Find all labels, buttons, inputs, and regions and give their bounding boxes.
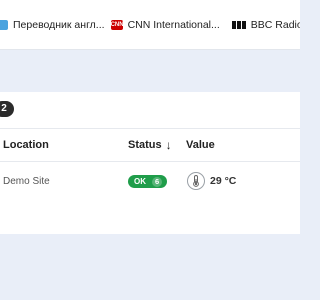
bookmarks-bar: Переводник англ... CNN CNN International… [0,0,300,50]
cnn-logo-icon: CNN [110,19,124,30]
bookmark-label: BBC Radio Scotlan... [250,18,300,31]
column-header-location[interactable]: Location [3,129,49,161]
bbc-logo-icon [231,20,246,29]
column-header-status-label: Status [128,139,162,151]
table-row[interactable]: Demo Site OK 6 29 °C [0,161,300,203]
status-text: OK [134,177,146,186]
row-location: Demo Site [3,176,50,187]
column-header-value[interactable]: Value [186,129,215,161]
toolbar-area [0,50,300,92]
bookmark-label: CNN International... [127,18,220,31]
status-badge: OK 6 [128,175,168,188]
bookmark-bbc-radio[interactable]: BBC Radio Scotlan... [231,18,300,31]
bookmark-label: Переводник англ... [13,18,105,31]
sensor-table-panel: 2 Location Status ↓ Value Demo Site OK 6… [0,92,300,234]
table-header: Location Status ↓ Value [0,128,300,162]
footer-area [0,234,300,300]
sort-descending-icon[interactable]: ↓ [166,129,172,161]
row-value: 29 °C [187,172,236,190]
count-badge: 2 [0,101,14,117]
bookmark-cnn[interactable]: CNN CNN International... [110,18,220,31]
column-header-status[interactable]: Status ↓ [128,129,172,161]
bookmark-translator[interactable]: Переводник англ... [0,19,105,31]
status-count: 6 [152,176,163,187]
value-reading: 29 °C [210,175,237,187]
translate-icon [0,19,8,30]
thermometer-icon [187,172,205,190]
